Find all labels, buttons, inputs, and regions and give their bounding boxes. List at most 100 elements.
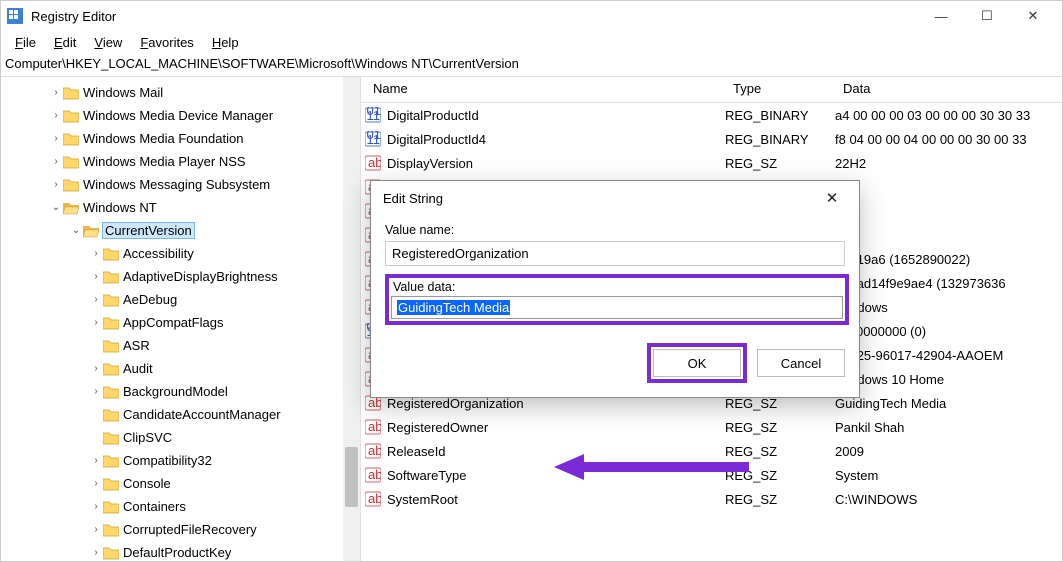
folder-icon bbox=[103, 362, 119, 376]
tree-node[interactable]: ›Console bbox=[1, 472, 360, 495]
value-name: RegisteredOwner bbox=[387, 420, 488, 435]
tree-node[interactable]: › Containers bbox=[1, 495, 360, 518]
minimize-button[interactable]: — bbox=[918, 1, 964, 31]
tree-node[interactable]: › Windows Mail bbox=[1, 81, 360, 104]
maximize-button[interactable]: ☐ bbox=[964, 1, 1010, 31]
tree-node-label: DefaultProductKey bbox=[123, 545, 231, 560]
chevron-right-icon[interactable]: › bbox=[89, 524, 103, 535]
folder-icon bbox=[103, 523, 119, 537]
chevron-right-icon[interactable]: › bbox=[49, 133, 63, 144]
chevron-right-icon[interactable]: › bbox=[89, 386, 103, 397]
tree-node-label: Accessibility bbox=[123, 246, 194, 261]
value-row[interactable]: DisplayVersionREG_SZ22H2 bbox=[361, 151, 1062, 175]
tree-node[interactable]: › Windows Media Player NSS bbox=[1, 150, 360, 173]
value-data: a4 00 00 00 03 00 00 00 30 30 33 bbox=[835, 108, 1062, 123]
registry-tree[interactable]: › Windows Mail › Windows Media Device Manag… bbox=[1, 77, 361, 561]
close-button[interactable]: ✕ bbox=[1010, 1, 1056, 31]
chevron-right-icon[interactable]: › bbox=[89, 547, 103, 558]
tree-node[interactable]: › Windows Media Device Manager bbox=[1, 104, 360, 127]
tree-node-label: Windows Media Player NSS bbox=[83, 154, 246, 169]
value-row[interactable]: ReleaseIdREG_SZ2009 bbox=[361, 439, 1062, 463]
chevron-right-icon[interactable]: › bbox=[89, 478, 103, 489]
tree-node[interactable]: ›BackgroundModel bbox=[1, 380, 360, 403]
tree-node[interactable]: ›Compatibility32 bbox=[1, 449, 360, 472]
col-header-type[interactable]: Type bbox=[725, 77, 835, 102]
menu-help[interactable]: Help bbox=[204, 33, 247, 52]
value-name: DisplayVersion bbox=[387, 156, 473, 171]
tree-node[interactable]: › Accessibility bbox=[1, 242, 360, 265]
tree-node[interactable]: › Windows Messaging Subsystem bbox=[1, 173, 360, 196]
address-bar[interactable]: Computer\HKEY_LOCAL_MACHINE\SOFTWARE\Mic… bbox=[1, 53, 1062, 77]
value-type: REG_SZ bbox=[725, 156, 835, 171]
reg-binary-icon bbox=[365, 131, 381, 147]
tree-node-label: AppCompatFlags bbox=[123, 315, 223, 330]
tree-node[interactable]: ›Audit bbox=[1, 357, 360, 380]
chevron-right-icon[interactable]: › bbox=[49, 179, 63, 190]
chevron-right-icon[interactable]: › bbox=[89, 294, 103, 305]
menu-file[interactable]: File bbox=[7, 33, 44, 52]
cancel-button[interactable]: Cancel bbox=[757, 349, 845, 377]
reg-string-icon bbox=[365, 491, 381, 507]
chevron-right-icon[interactable]: › bbox=[49, 156, 63, 167]
tree-node-label: Windows Media Device Manager bbox=[83, 108, 273, 123]
tree-scrollbar[interactable] bbox=[343, 77, 360, 561]
tree-node-label: Containers bbox=[123, 499, 186, 514]
dialog-close-button[interactable]: ✕ bbox=[817, 183, 847, 213]
value-row[interactable]: DigitalProductId4REG_BINARYf8 04 00 00 0… bbox=[361, 127, 1062, 151]
tree-node-label: CurrentVersion bbox=[103, 223, 194, 238]
tree-node[interactable]: ›CorruptedFileRecovery bbox=[1, 518, 360, 541]
value-data: 28519a6 (1652890022) bbox=[835, 252, 1062, 267]
menu-favorites[interactable]: Favorites bbox=[132, 33, 201, 52]
value-name-input[interactable] bbox=[385, 241, 845, 266]
tree-node[interactable]: › AppCompatFlags bbox=[1, 311, 360, 334]
chevron-down-icon[interactable]: ⌄ bbox=[69, 225, 83, 236]
value-row[interactable]: RegisteredOwnerREG_SZPankil Shah bbox=[361, 415, 1062, 439]
tree-node[interactable]: ›AeDebug bbox=[1, 288, 360, 311]
menubar: FileEditViewFavoritesHelp bbox=[1, 31, 1062, 53]
chevron-down-icon[interactable]: ⌄ bbox=[49, 202, 63, 213]
value-row[interactable]: SystemRootREG_SZC:\WINDOWS bbox=[361, 487, 1062, 511]
value-data: Pankil Shah bbox=[835, 420, 1062, 435]
value-data: 00325-96017-42904-AAOEM bbox=[835, 348, 1062, 363]
tree-node-label: Windows Mail bbox=[83, 85, 163, 100]
chevron-right-icon[interactable]: › bbox=[89, 248, 103, 259]
value-data-label: Value data: bbox=[393, 280, 843, 294]
menu-edit[interactable]: Edit bbox=[46, 33, 84, 52]
folder-icon bbox=[103, 431, 119, 445]
folder-icon bbox=[103, 500, 119, 514]
folder-icon bbox=[103, 339, 119, 353]
chevron-right-icon[interactable]: › bbox=[49, 87, 63, 98]
tree-node[interactable]: › DefaultProductKey bbox=[1, 541, 360, 561]
menu-view[interactable]: View bbox=[86, 33, 130, 52]
col-header-data[interactable]: Data bbox=[835, 77, 1062, 102]
value-row[interactable]: SoftwareTypeREG_SZSystem bbox=[361, 463, 1062, 487]
tree-node[interactable]: ›AdaptiveDisplayBrightness bbox=[1, 265, 360, 288]
list-header: Name Type Data bbox=[361, 77, 1062, 103]
chevron-right-icon[interactable]: › bbox=[89, 363, 103, 374]
reg-string-icon bbox=[365, 443, 381, 459]
tree-node-label: Windows Messaging Subsystem bbox=[83, 177, 270, 192]
chevron-right-icon[interactable]: › bbox=[89, 271, 103, 282]
tree-node[interactable]: CandidateAccountManager bbox=[1, 403, 360, 426]
ok-highlight: OK bbox=[647, 343, 747, 383]
value-name: SystemRoot bbox=[387, 492, 458, 507]
chevron-right-icon[interactable]: › bbox=[89, 317, 103, 328]
value-data-input[interactable]: GuidingTech Media bbox=[391, 296, 843, 319]
value-type: REG_SZ bbox=[725, 468, 835, 483]
regedit-app-icon bbox=[7, 8, 23, 24]
value-row[interactable]: DigitalProductIdREG_BINARYa4 00 00 00 03… bbox=[361, 103, 1062, 127]
tree-node[interactable]: ›Windows Media Foundation bbox=[1, 127, 360, 150]
value-type: REG_SZ bbox=[725, 444, 835, 459]
tree-node[interactable]: ⌄Windows NT bbox=[1, 196, 360, 219]
tree-node[interactable]: ASR bbox=[1, 334, 360, 357]
ok-button[interactable]: OK bbox=[653, 349, 741, 377]
chevron-right-icon[interactable]: › bbox=[89, 455, 103, 466]
chevron-right-icon[interactable]: › bbox=[49, 110, 63, 121]
tree-node[interactable]: ClipSVC bbox=[1, 426, 360, 449]
folder-icon bbox=[63, 132, 79, 146]
tree-node-label: ASR bbox=[123, 338, 150, 353]
tree-node[interactable]: ⌄ CurrentVersion bbox=[1, 219, 360, 242]
folder-icon bbox=[63, 178, 79, 192]
chevron-right-icon[interactable]: › bbox=[89, 501, 103, 512]
col-header-name[interactable]: Name bbox=[365, 77, 725, 102]
